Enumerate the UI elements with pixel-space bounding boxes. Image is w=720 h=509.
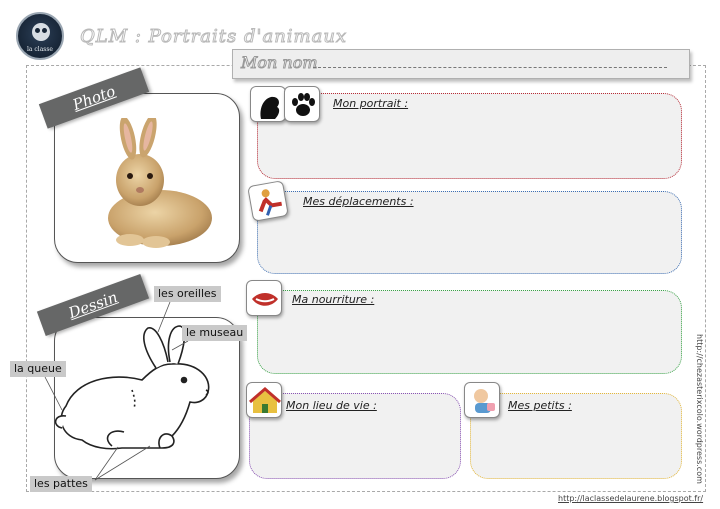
rabbit-photo-image — [108, 118, 212, 248]
running-figure-icon — [247, 180, 289, 222]
petits-label: Mes petits : — [508, 399, 572, 412]
petits-box[interactable] — [470, 393, 682, 479]
silhouette-icon — [250, 86, 286, 122]
page-title: QLM : Portraits d'animaux — [79, 26, 348, 48]
name-bar: Mon nom — [232, 49, 690, 79]
lieu-label: Mon lieu de vie : — [286, 399, 377, 412]
baby-icon — [464, 382, 500, 418]
url-bottom[interactable]: http://laclassedelaurene.blogspot.fr/ — [558, 494, 703, 503]
portrait-box[interactable] — [257, 93, 682, 179]
portrait-label: Mon portrait : — [333, 97, 409, 110]
tag-ears: les oreilles — [154, 286, 221, 302]
name-input-line[interactable] — [313, 67, 667, 68]
tag-muzzle: le museau — [182, 325, 248, 341]
logo-caption: la classe — [27, 46, 53, 53]
owl-icon — [32, 23, 50, 41]
paw-print-icon — [284, 86, 320, 122]
house-icon — [246, 382, 282, 418]
tag-paws: les pattes — [30, 476, 92, 492]
mouth-icon — [246, 280, 282, 316]
tag-tail: la queue — [10, 361, 66, 377]
name-label: Mon nom — [241, 53, 319, 73]
logo: la classe — [16, 12, 64, 60]
deplacements-label: Mes déplacements : — [303, 195, 414, 208]
nourriture-label: Ma nourriture : — [292, 293, 375, 306]
url-right[interactable]: http://chezasterixcolo.wordpress.com — [695, 334, 704, 484]
